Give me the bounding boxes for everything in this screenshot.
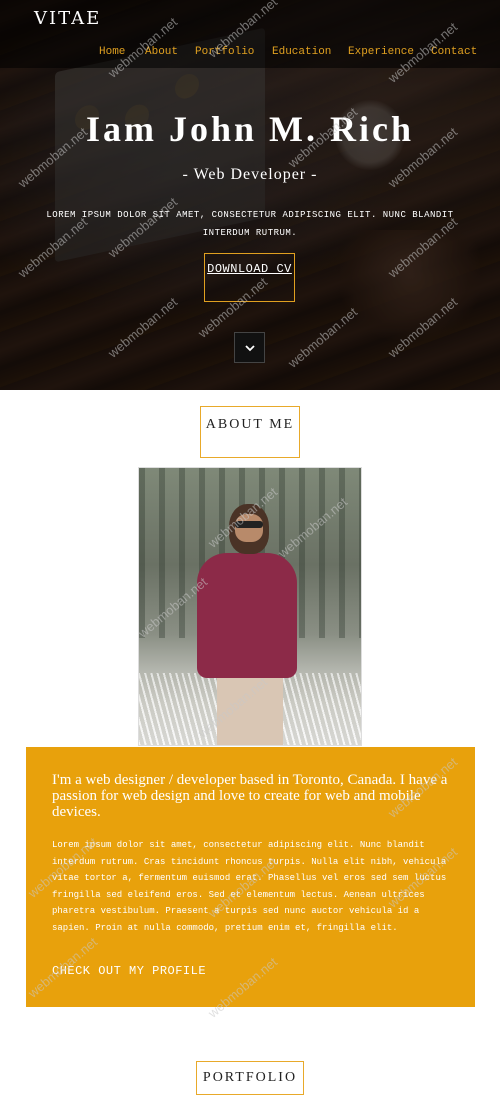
about-body-text: Lorem ipsum dolor sit amet, consectetur …: [52, 840, 447, 933]
nav-education[interactable]: Education: [272, 46, 348, 58]
about-panel: I'm a web designer / developer based in …: [26, 747, 475, 1007]
nav-portfolio[interactable]: Portfolio: [195, 46, 272, 58]
hero-section: VITAE Home About Portfolio Education Exp…: [0, 0, 500, 390]
scroll-down-button[interactable]: [234, 332, 265, 363]
main-nav: Home About Portfolio Education Experienc…: [99, 46, 477, 58]
check-profile-link[interactable]: CHECK OUT MY PROFILE: [52, 964, 206, 978]
top-navbar: VITAE Home About Portfolio Education Exp…: [0, 0, 500, 68]
about-section-title: ABOUT ME: [200, 406, 300, 458]
hero-subtitle: - Web Developer -: [182, 166, 318, 183]
about-lead-text: I'm a web designer / developer based in …: [52, 772, 448, 820]
nav-contact[interactable]: Contact: [431, 46, 477, 58]
chevron-down-icon: [244, 344, 255, 351]
hero-description: LOREM IPSUM DOLOR SIT AMET, CONSECTETUR …: [46, 210, 454, 238]
nav-about[interactable]: About: [145, 46, 195, 58]
nav-experience[interactable]: Experience: [348, 46, 431, 58]
site-logo[interactable]: VITAE: [34, 8, 101, 29]
portfolio-section-title: PORTFOLIO: [196, 1061, 304, 1095]
download-cv-button[interactable]: DOWNLOAD CV: [204, 253, 295, 302]
hero-headline: Iam John M. Rich: [85, 109, 415, 149]
profile-photo: [138, 467, 362, 746]
nav-home[interactable]: Home: [99, 46, 145, 58]
